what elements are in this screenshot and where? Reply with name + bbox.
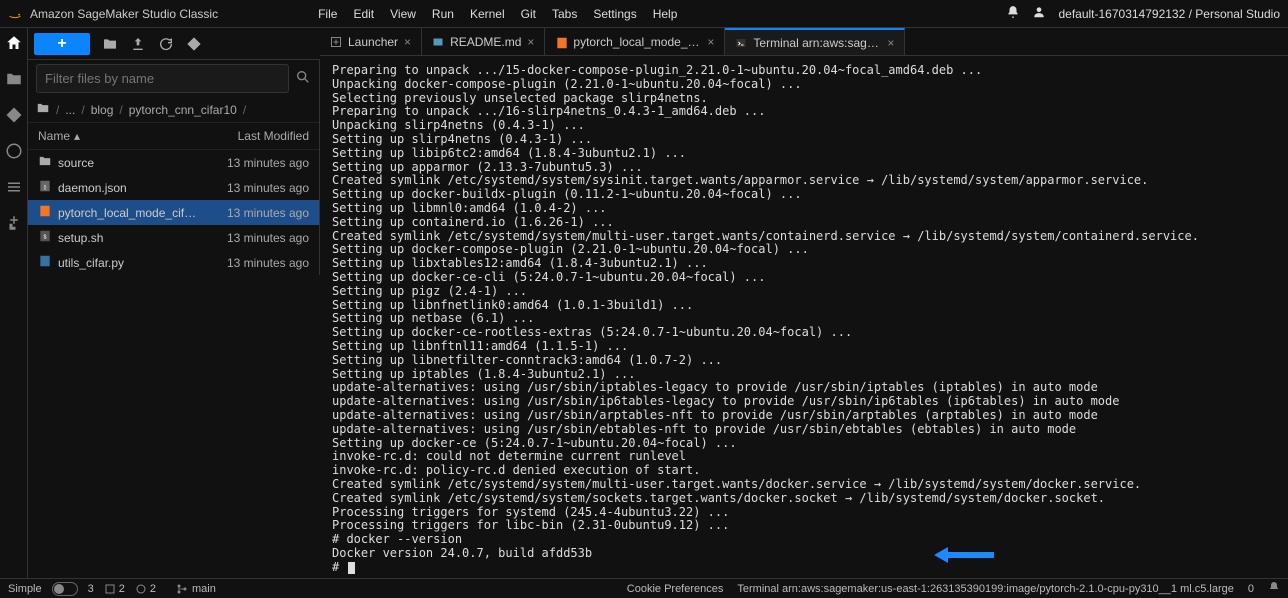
notifications-icon[interactable] (1006, 5, 1020, 22)
notebook-icon (38, 204, 52, 221)
filter-input[interactable] (36, 64, 289, 93)
aws-icon (8, 7, 22, 21)
file-modified: 13 minutes ago (199, 156, 309, 170)
sort-up-icon: ▴ (74, 129, 80, 143)
file-list-header: Name ▴ Last Modified (28, 123, 319, 150)
menu-help[interactable]: Help (653, 7, 678, 21)
git-icon[interactable] (186, 36, 202, 52)
menu-git[interactable]: Git (521, 7, 536, 21)
file-modified: 13 minutes ago (199, 256, 309, 270)
file-modified: 13 minutes ago (199, 206, 309, 220)
column-name[interactable]: Name (38, 129, 70, 143)
tab-title: Terminal arn:aws:sagemaker:u (753, 36, 881, 50)
menu-tabs[interactable]: Tabs (552, 7, 577, 21)
file-row[interactable]: pytorch_local_mode_cifar10.ipy...13 minu… (28, 200, 319, 225)
folder-icon (38, 154, 52, 171)
activity-running-icon[interactable] (5, 142, 23, 160)
brand-text: Amazon SageMaker Studio Classic (30, 7, 218, 21)
upload-icon[interactable] (130, 36, 146, 52)
file-name: setup.sh (58, 231, 199, 245)
terminal-icon (735, 37, 747, 49)
user-label[interactable]: default-1670314792132 / Personal Studio (1058, 7, 1280, 21)
main-content: Launcher×README.md×pytorch_local_mode_ci… (320, 28, 1288, 578)
menu-edit[interactable]: Edit (353, 7, 374, 21)
python-icon (38, 254, 52, 271)
status-count-2[interactable]: 2 (104, 583, 125, 595)
tab-bar: Launcher×README.md×pytorch_local_mode_ci… (320, 28, 1288, 56)
folder-icon (36, 101, 50, 118)
terminal-text: Preparing to unpack .../15-docker-compos… (332, 64, 1276, 574)
column-modified[interactable]: Last Modified (199, 129, 309, 143)
status-zero[interactable]: 0 (1248, 583, 1254, 595)
tab-title: README.md (450, 35, 521, 49)
file-name: source (58, 156, 199, 170)
refresh-icon[interactable] (158, 36, 174, 52)
menu-view[interactable]: View (390, 7, 416, 21)
svg-text:{}: {} (43, 184, 47, 189)
json-icon: {} (38, 179, 52, 196)
git-branch[interactable]: main (176, 583, 216, 595)
close-icon[interactable]: × (887, 36, 894, 50)
tab[interactable]: README.md × (422, 28, 545, 55)
launcher-icon (330, 36, 342, 48)
menu-file[interactable]: File (318, 7, 337, 21)
file-name: daemon.json (58, 181, 199, 195)
bell-status-icon[interactable] (1268, 581, 1280, 596)
brand: Amazon SageMaker Studio Classic (8, 7, 218, 21)
new-launcher-button[interactable]: + (34, 33, 90, 55)
breadcrumb-item[interactable]: pytorch_cnn_cifar10 (129, 103, 237, 117)
close-icon[interactable]: × (707, 35, 714, 49)
activity-home-icon[interactable] (5, 34, 23, 52)
annotation-arrow (876, 532, 994, 578)
file-browser: / ... / blog / pytorch_cnn_cifar10 / Nam… (28, 60, 320, 275)
user-icon[interactable] (1032, 5, 1046, 22)
file-row[interactable]: utils_cifar.py13 minutes ago (28, 250, 319, 275)
cookie-preferences[interactable]: Cookie Preferences (627, 583, 724, 595)
status-mode[interactable]: Simple (8, 583, 42, 595)
tab[interactable]: pytorch_local_mode_cifar10.ip × (545, 28, 725, 55)
shell-icon: $ (38, 229, 52, 246)
mode-toggle[interactable] (52, 582, 78, 596)
tab-title: Launcher (348, 35, 398, 49)
status-count-3[interactable]: 2 (135, 583, 156, 595)
status-count-1[interactable]: 3 (88, 583, 94, 595)
breadcrumb-item[interactable]: ... (65, 103, 75, 117)
menu-kernel[interactable]: Kernel (470, 7, 505, 21)
file-row[interactable]: $ setup.sh13 minutes ago (28, 225, 319, 250)
tab-title: pytorch_local_mode_cifar10.ip (573, 35, 701, 49)
tab[interactable]: Terminal arn:aws:sagemaker:u × (725, 28, 905, 55)
activity-commands-icon[interactable] (5, 178, 23, 196)
file-row[interactable]: {} daemon.json13 minutes ago (28, 175, 319, 200)
notebook-icon (555, 36, 567, 48)
file-toolbar: + (28, 28, 320, 60)
close-icon[interactable]: × (404, 35, 411, 49)
file-name: pytorch_local_mode_cifar10.ipy... (58, 206, 199, 220)
file-row[interactable]: source13 minutes ago (28, 150, 319, 175)
menu-run[interactable]: Run (432, 7, 454, 21)
new-folder-icon[interactable] (102, 36, 118, 52)
top-menu-bar: Amazon SageMaker Studio Classic File Edi… (0, 0, 1288, 28)
activity-bar (0, 28, 28, 578)
close-icon[interactable]: × (527, 35, 534, 49)
breadcrumb-item[interactable]: blog (91, 103, 114, 117)
activity-git-icon[interactable] (5, 106, 23, 124)
search-icon[interactable] (295, 69, 311, 88)
file-list: source13 minutes ago{}daemon.json13 minu… (28, 150, 319, 275)
activity-extensions-icon[interactable] (5, 214, 23, 232)
svg-text:$: $ (44, 234, 47, 240)
tab[interactable]: Launcher × (320, 28, 422, 55)
status-terminal-info: Terminal arn:aws:sagemaker:us-east-1:263… (737, 583, 1234, 595)
file-name: utils_cifar.py (58, 256, 199, 270)
menu-settings[interactable]: Settings (593, 7, 636, 21)
activity-folder-icon[interactable] (5, 70, 23, 88)
status-bar: Simple 3 2 2 main Cookie Preferences Ter… (0, 578, 1288, 598)
file-modified: 13 minutes ago (199, 231, 309, 245)
markdown-icon (432, 36, 444, 48)
file-modified: 13 minutes ago (199, 181, 309, 195)
menu-list: File Edit View Run Kernel Git Tabs Setti… (318, 7, 677, 21)
breadcrumb[interactable]: / ... / blog / pytorch_cnn_cifar10 / (28, 97, 319, 123)
terminal-output[interactable]: Preparing to unpack .../15-docker-compos… (320, 56, 1288, 578)
